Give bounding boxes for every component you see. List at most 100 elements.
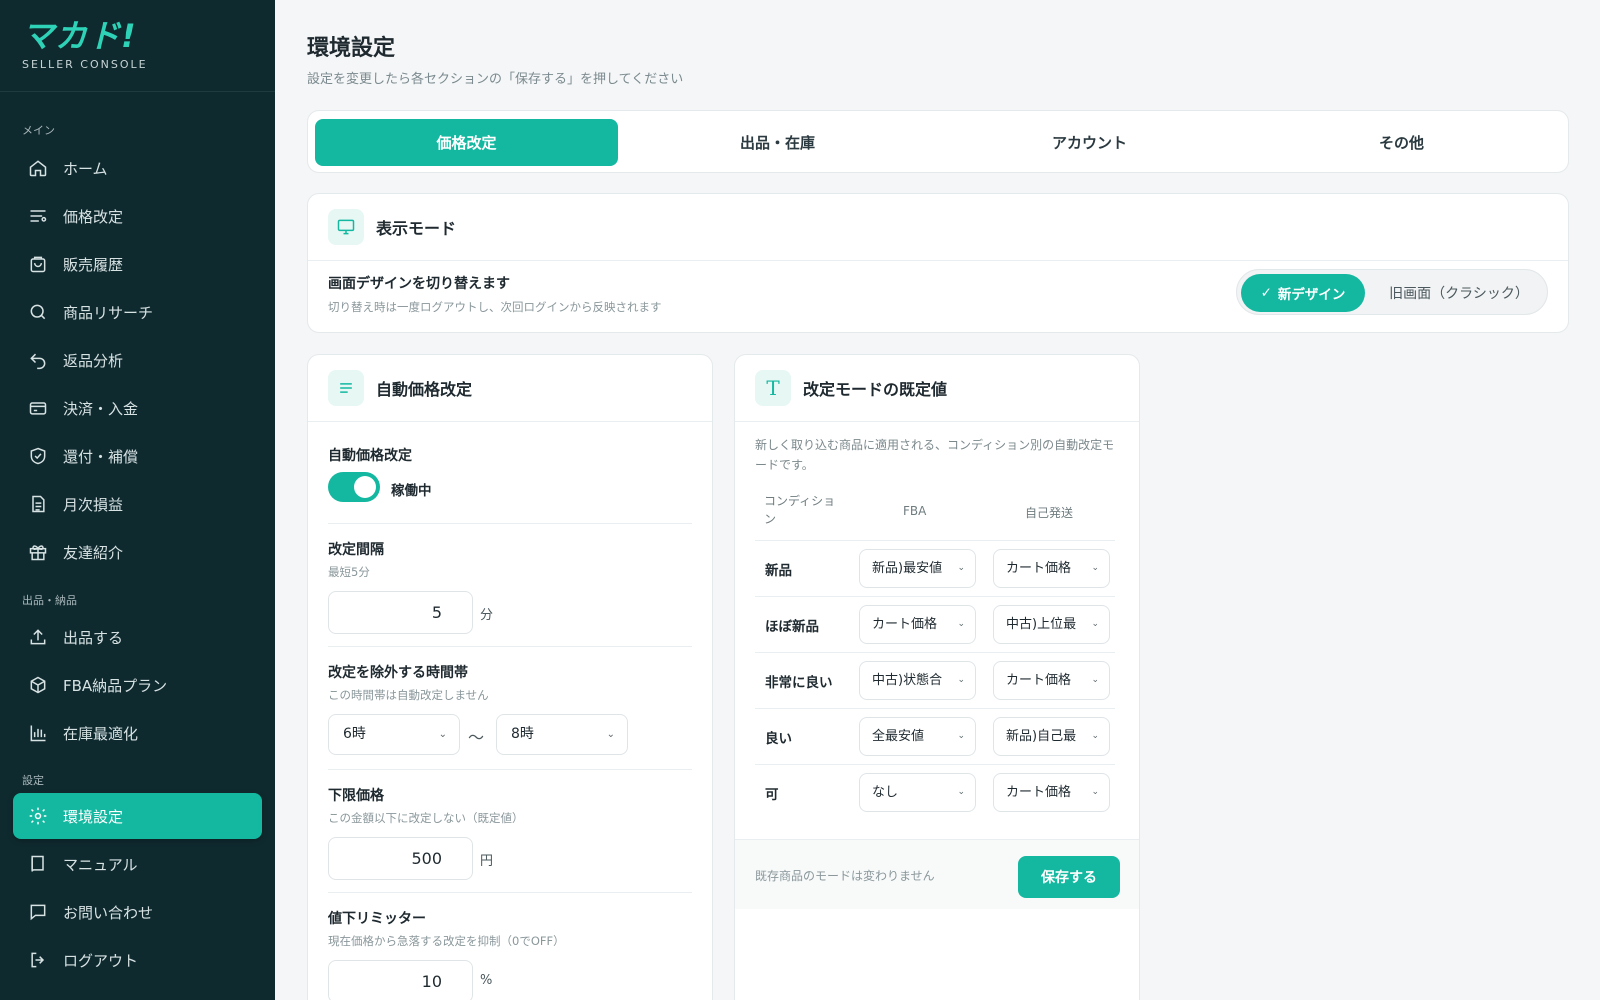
card-header: 自動価格改定 — [308, 355, 712, 422]
list-icon — [328, 370, 364, 406]
limiter-hint: 現在価格から急落する改定を抑制（0でOFF） — [328, 934, 565, 948]
exclude-to-select[interactable]: 8時 ⌄ — [496, 714, 628, 755]
sidebar-item-referral[interactable]: 友達紹介 — [13, 529, 262, 575]
interval-input[interactable]: 5 — [328, 591, 473, 634]
page-subtitle: 設定を変更したら各セクションの「保存する」を押してください — [307, 72, 684, 87]
sidebar-item-label: 返品分析 — [63, 351, 124, 370]
interval-unit: 分 — [480, 608, 494, 623]
chevron-down-icon: ⌄ — [438, 729, 447, 740]
self-ship-mode-select[interactable]: カート価格 ⌄ — [993, 661, 1110, 700]
tab-other[interactable]: その他 — [1250, 119, 1553, 166]
shield-check-icon — [27, 445, 49, 467]
brand: マカド! SELLER CONSOLE — [0, 0, 275, 92]
document-icon — [27, 493, 49, 515]
design-option-classic[interactable]: 旧画面（クラシック） — [1377, 274, 1541, 312]
gear-icon — [27, 805, 49, 827]
display-mode-hint: 切り替え時は一度ログアウトし、次回ログインから反映されます — [328, 300, 662, 314]
self-ship-mode-select[interactable]: カート価格 ⌄ — [993, 549, 1110, 588]
text-icon: T — [755, 370, 791, 406]
sidebar-item-home[interactable]: ホーム — [13, 145, 262, 191]
floor-price-hint: この金額以下に改定しない（既定値） — [328, 811, 524, 825]
sidebar: マカド! SELLER CONSOLE メイン ホーム 価格改定 販売履歴 商品… — [0, 0, 275, 1000]
toggle-knob — [354, 476, 376, 498]
table-row: 可 なし ⌄ カート価格 ⌄ — [755, 764, 1115, 820]
exclude-hours-hint: この時間帯は自動改定しません — [328, 688, 489, 702]
sidebar-item-pricing[interactable]: 価格改定 — [13, 193, 262, 239]
brand-subtitle: SELLER CONSOLE — [22, 58, 148, 71]
chevron-down-icon: ⌄ — [957, 563, 965, 573]
page-title: 環境設定 — [307, 36, 396, 61]
self-ship-mode-select[interactable]: カート価格 ⌄ — [993, 773, 1110, 812]
table-row: 新品 新品)最安値 ⌄ カート価格 ⌄ — [755, 540, 1115, 596]
upload-icon — [27, 626, 49, 648]
chevron-down-icon: ⌄ — [1091, 619, 1099, 629]
table-row: 非常に良い 中古)状態合 ⌄ カート価格 ⌄ — [755, 652, 1115, 708]
sliders-icon — [27, 205, 49, 227]
exclude-hours-label: 改定を除外する時間帯 — [328, 665, 468, 681]
chevron-down-icon: ⌄ — [1091, 787, 1099, 797]
tab-account[interactable]: アカウント — [938, 119, 1241, 166]
condition-label: 良い — [765, 731, 792, 747]
card-title: 改定モードの既定値 — [803, 380, 948, 399]
sidebar-item-sales-history[interactable]: 販売履歴 — [13, 241, 262, 287]
sidebar-item-fba-plan[interactable]: FBA納品プラン — [13, 662, 262, 708]
design-option-new[interactable]: ✓ 新デザイン — [1241, 274, 1365, 312]
limiter-input[interactable]: 10 — [328, 960, 473, 1000]
fba-mode-select[interactable]: 新品)最安値 ⌄ — [859, 549, 976, 588]
column-condition: コンディション — [764, 494, 836, 526]
sidebar-item-logout[interactable]: ログアウト — [13, 937, 262, 983]
credit-card-icon — [27, 397, 49, 419]
sidebar-item-returns[interactable]: 返品分析 — [13, 337, 262, 383]
sidebar-item-label: 還付・補償 — [63, 447, 139, 466]
self-ship-mode-select[interactable]: 中古)上位最 ⌄ — [993, 605, 1110, 644]
undo-icon — [27, 349, 49, 371]
save-button[interactable]: 保存する — [1018, 856, 1120, 898]
condition-label: 非常に良い — [765, 675, 833, 691]
home-icon — [27, 157, 49, 179]
box-icon — [27, 674, 49, 696]
sidebar-item-reimbursement[interactable]: 還付・補償 — [13, 433, 262, 479]
sidebar-item-label: 在庫最適化 — [63, 724, 139, 743]
chevron-down-icon: ⌄ — [957, 787, 965, 797]
card-title: 表示モード — [376, 219, 457, 238]
condition-label: 新品 — [765, 563, 792, 579]
fba-mode-select[interactable]: 全最安値 ⌄ — [859, 717, 976, 756]
sidebar-item-inventory[interactable]: 在庫最適化 — [13, 710, 262, 756]
self-ship-mode-select[interactable]: 新品)自己最 ⌄ — [993, 717, 1110, 756]
floor-price-input[interactable]: 500 — [328, 837, 473, 880]
auto-pricing-status: 稼働中 — [391, 483, 432, 499]
condition-label: ほぼ新品 — [765, 619, 819, 635]
tab-pricing[interactable]: 価格改定 — [315, 119, 618, 166]
sidebar-item-label: 商品リサーチ — [63, 303, 154, 322]
sidebar-item-label: ホーム — [63, 159, 108, 178]
floor-price-label: 下限価格 — [328, 788, 384, 804]
check-icon: ✓ — [1260, 285, 1272, 301]
sidebar-item-settings[interactable]: 環境設定 — [13, 793, 262, 839]
fba-mode-select[interactable]: 中古)状態合 ⌄ — [859, 661, 976, 700]
divider — [328, 646, 692, 647]
sidebar-item-payments[interactable]: 決済・入金 — [13, 385, 262, 431]
auto-pricing-card: 自動価格改定 自動価格改定 稼働中 改定間隔 最短5分 5 分 改定を除外する時… — [307, 354, 713, 1000]
sidebar-item-label: 友達紹介 — [63, 543, 124, 562]
fba-mode-select[interactable]: カート価格 ⌄ — [859, 605, 976, 644]
exclude-from-select[interactable]: 6時 ⌄ — [328, 714, 460, 755]
sidebar-item-monthly-pl[interactable]: 月次損益 — [13, 481, 262, 527]
sidebar-item-list[interactable]: 出品する — [13, 614, 262, 660]
display-mode-card: 表示モード 画面デザインを切り替えます 切り替え時は一度ログアウトし、次回ログイ… — [307, 193, 1569, 333]
sidebar-section-main: メイン — [22, 124, 55, 137]
book-icon — [27, 853, 49, 875]
tab-listing-inventory[interactable]: 出品・在庫 — [626, 119, 929, 166]
sidebar-item-research[interactable]: 商品リサーチ — [13, 289, 262, 335]
settings-tabs: 価格改定 出品・在庫 アカウント その他 — [307, 110, 1569, 173]
chevron-down-icon: ⌄ — [957, 619, 965, 629]
brand-logo[interactable]: マカド! — [22, 18, 275, 54]
fba-mode-select[interactable]: なし ⌄ — [859, 773, 976, 812]
sidebar-item-contact[interactable]: お問い合わせ — [13, 889, 262, 935]
card-footer: 既存商品のモードは変わりません 保存する — [735, 839, 1139, 909]
shopping-bag-icon — [27, 253, 49, 275]
sidebar-item-manual[interactable]: マニュアル — [13, 841, 262, 887]
column-self-ship: 自己発送 — [1025, 506, 1074, 520]
design-switch: ✓ 新デザイン 旧画面（クラシック） — [1236, 269, 1548, 315]
chevron-down-icon: ⌄ — [957, 675, 965, 685]
auto-pricing-toggle[interactable] — [328, 472, 380, 502]
